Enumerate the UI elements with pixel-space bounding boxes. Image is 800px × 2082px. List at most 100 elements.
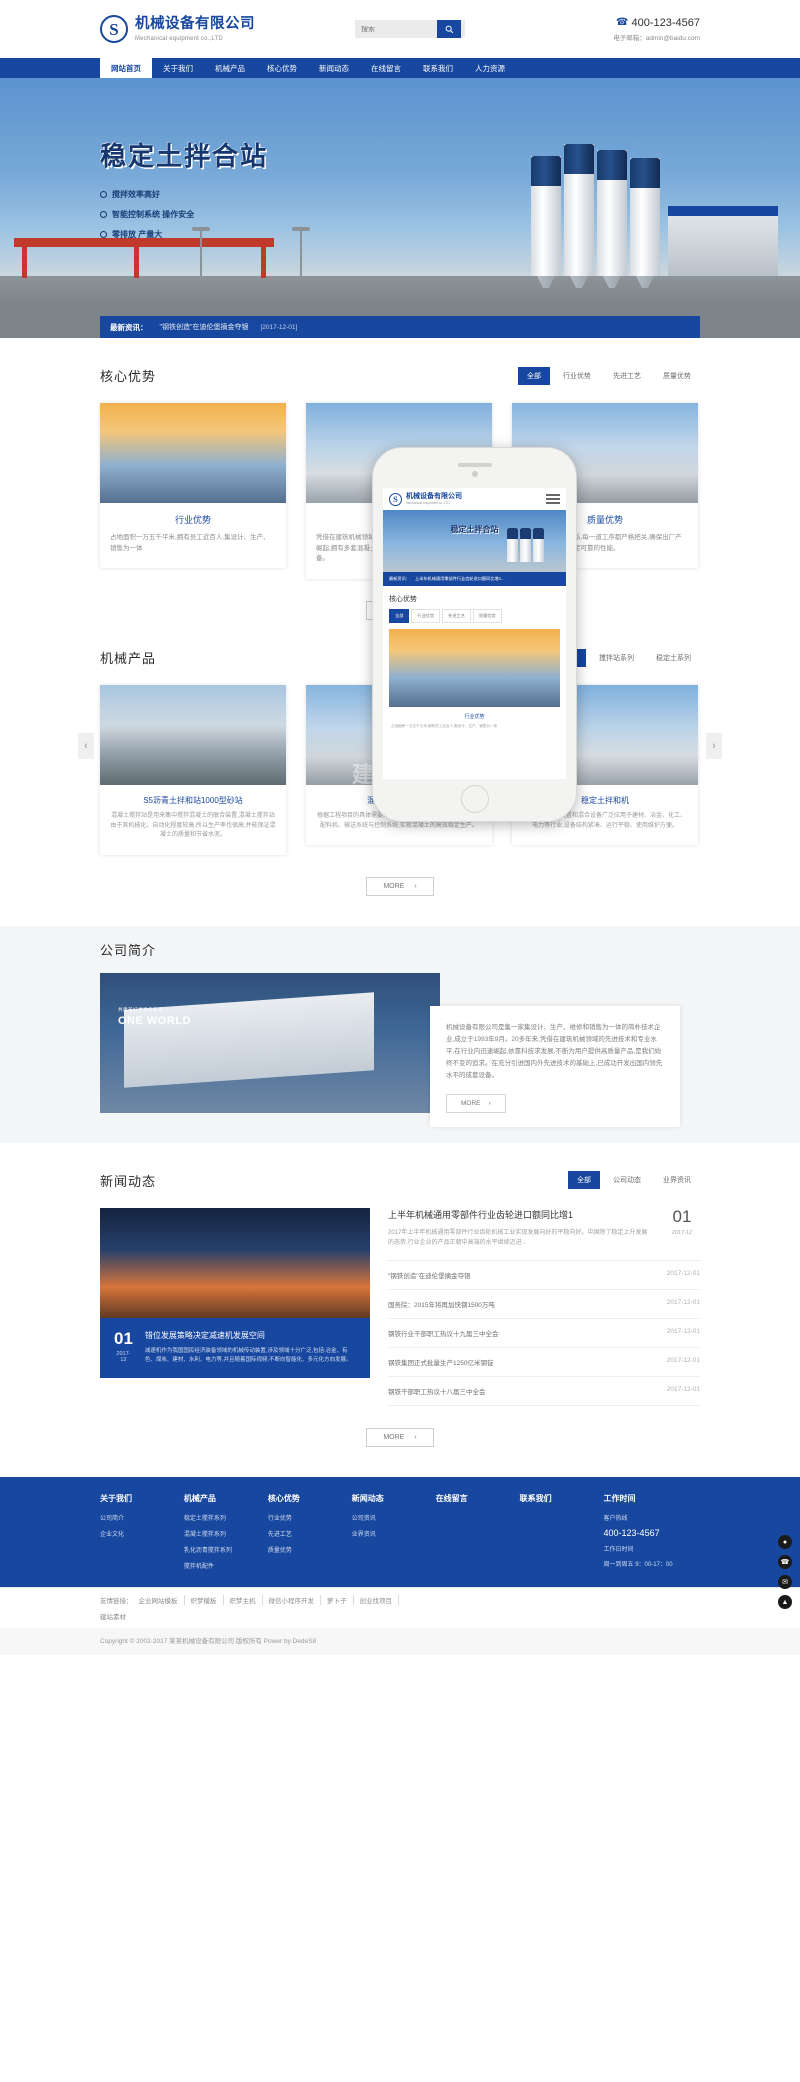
phone-ticker[interactable]: 最新资讯： 上半年机械通用零部件行业齿轮进口额同比增1...: [383, 572, 566, 586]
nav-item-news[interactable]: 新闻动态: [308, 58, 360, 78]
footer-link[interactable]: 公司简介: [100, 1513, 184, 1522]
contact-phone: 400-123-4567: [631, 16, 700, 29]
news-top-desc: 2017年上半年机械通用零部件行业齿轮机械工业实现发展向好的平稳向好。中国除了稳…: [388, 1229, 648, 1247]
tab-product-mixing[interactable]: 搅拌站系列: [590, 649, 643, 667]
footer-col-products: 机械产品 稳定土搅拌系列 混凝土搅拌系列 乳化沥青搅拌系列 搅拌机配件: [184, 1493, 268, 1577]
hero-plant-graphic: [668, 206, 778, 276]
tab-news-company[interactable]: 公司动态: [604, 1171, 650, 1189]
phone-ticker-label: 最新资讯：: [389, 576, 410, 581]
footer-link[interactable]: 乳化沥青搅拌系列: [184, 1545, 268, 1554]
copyright-text: Copyright © 2002-2017 某某机械设备有限公司 版权所有 Po…: [100, 1638, 317, 1646]
site-footer: 关于我们 公司简介 企业文化 机械产品 稳定土搅拌系列 混凝土搅拌系列 乳化沥青…: [0, 1477, 800, 1588]
top-icon[interactable]: ▲: [778, 1595, 792, 1610]
footer-col-head[interactable]: 联系我们: [520, 1493, 604, 1504]
nav-item-products[interactable]: 机械产品: [204, 58, 256, 78]
advantage-card[interactable]: 行业优势 占地面积一万五千平米,拥有员工近百人,集设计、生产、销售为一体: [100, 403, 286, 569]
news-feature-month: 2017-12: [116, 1350, 131, 1363]
friendly-link[interactable]: 创业找项目: [354, 1595, 399, 1606]
footer-work-value: 周一到周五 9：00-17：00: [603, 1562, 673, 1569]
tab-advantage-quality[interactable]: 质量优势: [654, 367, 700, 385]
phone-tab-process[interactable]: 先进工艺: [442, 609, 471, 623]
footer-col-head[interactable]: 机械产品: [184, 1493, 268, 1504]
tab-product-soil[interactable]: 稳定土系列: [647, 649, 700, 667]
about-section: 公司简介 共建美好世界与未来 ONE WORLD 机械设备有限公司是集一家集设计…: [0, 925, 800, 1143]
news-top-item[interactable]: 上半年机械通用零部件行业齿轮进口额同比增1 2017年上半年机械通用零部件行业齿…: [388, 1208, 700, 1262]
products-more-button[interactable]: MORE ›: [366, 876, 434, 896]
friendly-link[interactable]: 企业网站模板: [133, 1595, 185, 1606]
carousel-next-button[interactable]: ›: [706, 733, 722, 760]
nav-item-contact[interactable]: 联系我们: [412, 58, 464, 78]
news-list-item[interactable]: 钢铁干部职工热议十八届三中全会 2017-12-01: [388, 1377, 700, 1407]
tab-news-all[interactable]: 全部: [568, 1171, 600, 1190]
hero-text-block: 稳定土拌合站 搅拌效率高好 智能控制系统 操作安全 零排放 产量大: [100, 136, 268, 249]
footer-link[interactable]: 先进工艺: [268, 1529, 352, 1538]
news-feature-card[interactable]: 01 2017-12 错位发展策略决定减速机发展空间 减速机作为我国国民经济装备…: [100, 1207, 370, 1406]
about-more-button[interactable]: MORE ›: [446, 1094, 506, 1114]
phone-logo-cn: 机械设备有限公司: [406, 493, 462, 501]
phone-home-button[interactable]: [460, 785, 489, 813]
tab-news-industry[interactable]: 业界资讯: [654, 1171, 700, 1189]
qq-icon[interactable]: ●: [778, 1535, 792, 1550]
site-logo[interactable]: S 机械设备有限公司 Mechanical equipment co.,LTD: [100, 15, 255, 43]
phone-screen: S 机械设备有限公司 Mechanical equipment co.,LTD …: [383, 488, 566, 779]
phone-camera: [471, 471, 478, 477]
footer-col-head[interactable]: 核心优势: [268, 1493, 352, 1504]
footer-col-head[interactable]: 关于我们: [100, 1493, 184, 1504]
news-more-button[interactable]: MORE ›: [366, 1428, 434, 1448]
tab-advantage-all[interactable]: 全部: [518, 366, 550, 385]
footer-link[interactable]: 企业文化: [100, 1529, 184, 1538]
nav-item-message[interactable]: 在线留言: [360, 58, 412, 78]
hamburger-icon[interactable]: [546, 492, 560, 506]
footer-col-head[interactable]: 新闻动态: [352, 1493, 436, 1504]
footer-link[interactable]: 稳定土搅拌系列: [184, 1513, 268, 1522]
news-item-date: 2017-12-01: [666, 1357, 700, 1365]
about-photo-maincaption: ONE WORLD: [118, 1014, 191, 1027]
phone-banner-title: 稳定土拌合站: [450, 525, 499, 534]
phone-tab-quality[interactable]: 质量优势: [472, 609, 502, 623]
friendly-link[interactable]: 萝卜子: [321, 1595, 354, 1606]
friendly-link-second-row[interactable]: 建站素材: [100, 1611, 700, 1621]
about-title: 公司简介: [100, 942, 157, 958]
footer-link[interactable]: 混凝土搅拌系列: [184, 1529, 268, 1538]
footer-col-news: 新闻动态 公司资讯 业界资讯: [352, 1493, 436, 1577]
page-root: S 机械设备有限公司 Mechanical equipment co.,LTD: [0, 0, 800, 1656]
product-card[interactable]: S5沥青土拌和站1000型砂站 混凝土搅拌站是用来集中搅拌混凝土的联合装置,混凝…: [100, 685, 286, 855]
contact-email: 电子邮箱：admin@baidu.com: [613, 34, 700, 42]
footer-link[interactable]: 质量优势: [268, 1545, 352, 1554]
bullet-dot-icon: [100, 231, 107, 238]
phone-icon[interactable]: ☎: [778, 1555, 792, 1570]
news-list-item[interactable]: 钢铁行业干部职工热议十九届三中全会 2017-12-01: [388, 1319, 700, 1349]
footer-work-label: 工作日时间: [603, 1547, 634, 1554]
phone-tab-industry[interactable]: 行业优势: [411, 609, 441, 623]
hero-bullet-label: 智能控制系统 操作安全: [112, 210, 195, 219]
phone-tab-all[interactable]: 全部: [389, 609, 410, 623]
news-list-item[interactable]: "钢铁创造"在迪伦堡摘金夺银 2017-12-01: [388, 1261, 700, 1291]
news-ticker[interactable]: 最新资讯： "钢铁创造"在迪伦堡摘金夺银 [2017-12-01]: [100, 316, 700, 338]
news-list-item[interactable]: 国务院：2015年将再加快钢1500万吨 2017-12-01: [388, 1290, 700, 1320]
tab-advantage-industry[interactable]: 行业优势: [554, 367, 600, 385]
ticker-date: [2017-12-01]: [260, 323, 298, 331]
nav-item-about[interactable]: 关于我们: [152, 58, 204, 78]
search-box[interactable]: [355, 20, 465, 38]
footer-col-head[interactable]: 在线留言: [436, 1493, 520, 1504]
nav-item-advantages[interactable]: 核心优势: [256, 58, 308, 78]
news-list-item[interactable]: 钢铁集团正式批量生产1250亿米钢锭 2017-12-01: [388, 1348, 700, 1378]
friendly-link[interactable]: 微信小程序开发: [263, 1595, 321, 1606]
wechat-icon[interactable]: ✉: [778, 1575, 792, 1590]
search-input[interactable]: [355, 25, 437, 33]
friendly-link[interactable]: 织梦主机: [224, 1595, 263, 1606]
tab-advantage-process[interactable]: 先进工艺: [604, 367, 650, 385]
nav-item-hr[interactable]: 人力资源: [464, 58, 516, 78]
phone-mockup: S 机械设备有限公司 Mechanical equipment co.,LTD …: [372, 447, 577, 822]
news-item-title: 钢铁行业干部职工热议十九届三中全会: [388, 1331, 499, 1339]
news-item-date: 2017-12-01: [666, 1299, 700, 1307]
nav-item-home[interactable]: 网站首页: [100, 58, 152, 78]
footer-link[interactable]: 公司资讯: [352, 1513, 436, 1522]
ticker-headline[interactable]: "钢铁创造"在迪伦堡摘金夺银: [160, 322, 249, 332]
search-button[interactable]: [437, 20, 461, 38]
footer-link[interactable]: 业界资讯: [352, 1529, 436, 1538]
footer-link[interactable]: 行业优势: [268, 1513, 352, 1522]
carousel-prev-button[interactable]: ‹: [78, 733, 94, 760]
friendly-link[interactable]: 织梦模板: [185, 1595, 224, 1606]
footer-link[interactable]: 搅拌机配件: [184, 1561, 268, 1570]
